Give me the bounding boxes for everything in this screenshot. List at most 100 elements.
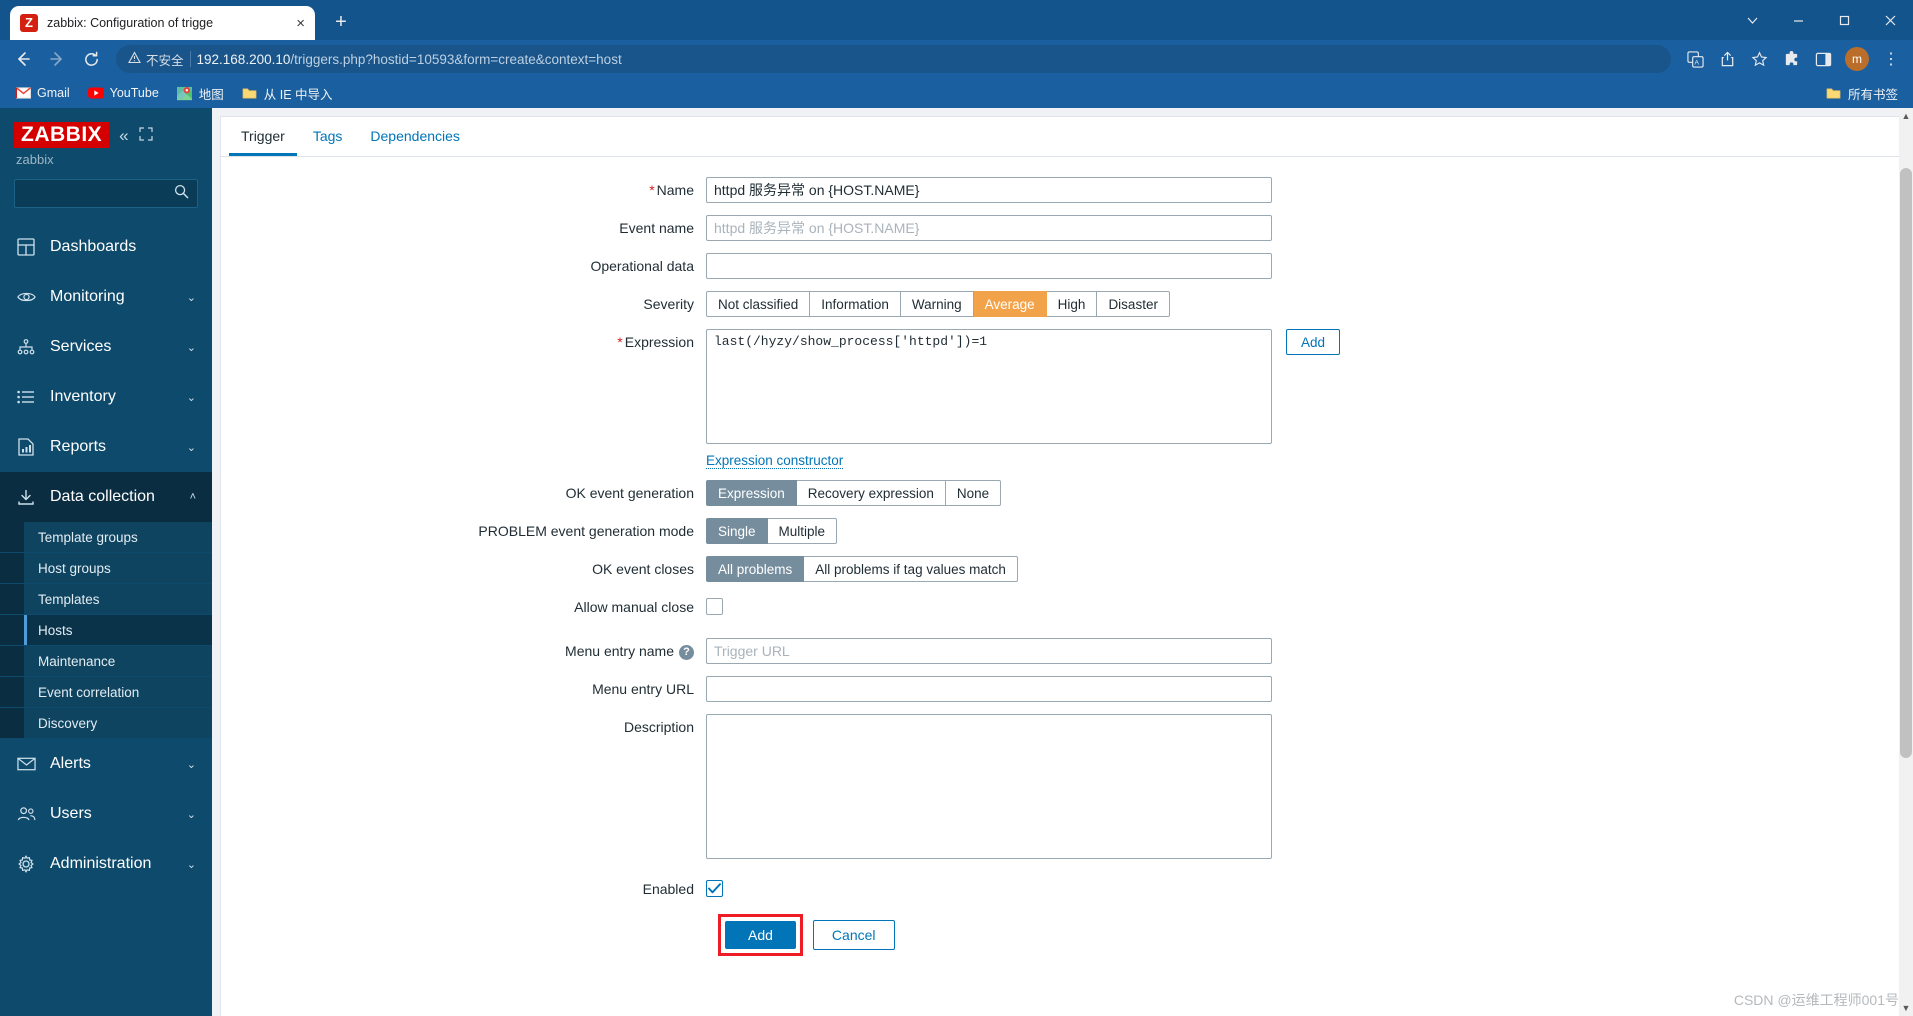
sidebar-item-discovery[interactable]: Discovery	[0, 708, 212, 739]
cancel-button[interactable]: Cancel	[812, 920, 895, 950]
severity-option-information[interactable]: Information	[810, 291, 901, 317]
operational-data-input[interactable]	[706, 253, 1272, 279]
bookmark-youtube[interactable]: YouTube	[81, 82, 166, 104]
download-icon	[16, 489, 36, 506]
ok-closes-option-all-problems[interactable]: All problems	[706, 556, 805, 582]
sidebar-item-templates[interactable]: Templates	[0, 584, 212, 615]
ok-event-option-expression[interactable]: Expression	[706, 480, 797, 506]
minimize-icon[interactable]	[1775, 0, 1821, 40]
name-input[interactable]	[706, 177, 1272, 203]
severity-option-average[interactable]: Average	[973, 291, 1047, 317]
sidebar-item-services[interactable]: Services ⌄	[0, 322, 212, 372]
side-panel-icon[interactable]	[1809, 45, 1837, 73]
youtube-icon	[87, 85, 104, 101]
bookmark-label: 地图	[198, 87, 224, 102]
scrollbar-thumb[interactable]	[1900, 168, 1912, 758]
chevron-down-icon: ⌄	[186, 858, 196, 871]
expression-textarea[interactable]: last(/hyzy/show_process['httpd'])=1	[706, 329, 1272, 444]
sidebar-item-hosts[interactable]: Hosts	[0, 615, 212, 646]
event-name-input[interactable]	[706, 215, 1272, 241]
translate-icon[interactable]: A	[1681, 45, 1709, 73]
field-menu-entry-name	[706, 638, 1902, 664]
bookmark-star-icon[interactable]	[1745, 45, 1773, 73]
insecure-indicator[interactable]: 不安全	[128, 50, 184, 69]
field-row-problem-event-generation-mode: PROBLEM event generation mode Single Mul…	[221, 518, 1902, 544]
severity-segmented-control: Not classified Information Warning Avera…	[706, 291, 1170, 317]
severity-option-not-classified[interactable]: Not classified	[706, 291, 811, 317]
tab-tags[interactable]: Tags	[301, 117, 355, 156]
menu-entry-name-input[interactable]	[706, 638, 1272, 664]
severity-option-disaster[interactable]: Disaster	[1097, 291, 1170, 317]
list-icon	[16, 390, 36, 404]
expand-sidebar-icon[interactable]	[139, 127, 153, 143]
sidebar-item-alerts[interactable]: Alerts ⌄	[0, 739, 212, 789]
problem-mode-option-multiple[interactable]: Multiple	[767, 518, 838, 544]
page-scrollbar[interactable]: ▲ ▼	[1899, 108, 1913, 1016]
bookmark-ie-import-folder[interactable]: 从 IE 中导入	[235, 81, 340, 106]
ok-event-option-none[interactable]: None	[945, 480, 1002, 506]
sidebar-item-administration[interactable]: Administration ⌄	[0, 839, 212, 889]
sidebar-item-template-groups[interactable]: Template groups	[0, 522, 212, 553]
tab-title: zabbix: Configuration of trigge	[47, 16, 214, 30]
forward-button[interactable]	[42, 44, 72, 74]
field-row-enabled: Enabled	[221, 876, 1902, 902]
bookmark-gmail[interactable]: Gmail	[8, 82, 77, 104]
back-button[interactable]	[8, 44, 38, 74]
close-tab-icon[interactable]: ×	[296, 16, 305, 31]
browser-tab[interactable]: Z zabbix: Configuration of trigge ×	[10, 6, 315, 40]
sidebar-item-dashboards[interactable]: Dashboards	[0, 222, 212, 272]
menu-entry-url-input[interactable]	[706, 676, 1272, 702]
sidebar-item-monitoring[interactable]: Monitoring ⌄	[0, 272, 212, 322]
search-icon[interactable]	[174, 184, 189, 204]
ok-event-option-recovery-expression[interactable]: Recovery expression	[796, 480, 946, 506]
bookmark-label: YouTube	[109, 86, 159, 100]
severity-option-warning[interactable]: Warning	[900, 291, 974, 317]
scroll-up-arrow-icon[interactable]: ▲	[1899, 108, 1913, 124]
sidebar-sublabel: Event correlation	[38, 684, 140, 700]
sidebar-label: Reports	[50, 438, 107, 455]
scroll-down-arrow-icon[interactable]: ▼	[1899, 1000, 1913, 1016]
allow-manual-close-checkbox[interactable]	[706, 598, 723, 615]
tab-dependencies[interactable]: Dependencies	[358, 117, 472, 156]
profile-avatar[interactable]: m	[1845, 47, 1869, 71]
description-textarea[interactable]	[706, 714, 1272, 859]
problem-mode-option-single[interactable]: Single	[706, 518, 768, 544]
sidebar-item-inventory[interactable]: Inventory ⌄	[0, 372, 212, 422]
address-bar[interactable]: 不安全 192.168.200.10/triggers.php?hostid=1…	[116, 45, 1671, 73]
users-icon	[16, 806, 36, 822]
all-bookmarks-button[interactable]: 所有书签	[1819, 81, 1905, 106]
search-input[interactable]	[23, 185, 174, 202]
extensions-icon[interactable]	[1777, 45, 1805, 73]
expression-add-button[interactable]: Add	[1286, 329, 1341, 355]
collapse-sidebar-icon[interactable]: «	[119, 127, 128, 144]
reload-button[interactable]	[76, 44, 106, 74]
zabbix-logo[interactable]: ZABBIX	[14, 122, 110, 148]
maximize-icon[interactable]	[1821, 0, 1867, 40]
bookmark-maps[interactable]: 地图	[170, 81, 231, 106]
sidebar-item-data-collection[interactable]: Data collection ˄	[0, 472, 212, 522]
close-window-icon[interactable]	[1867, 0, 1913, 40]
tab-search-chevron-icon[interactable]	[1729, 0, 1775, 40]
severity-option-high[interactable]: High	[1046, 291, 1098, 317]
new-tab-button[interactable]: +	[327, 9, 355, 37]
submit-add-button[interactable]: Add	[725, 921, 796, 949]
enabled-checkbox[interactable]	[706, 880, 723, 897]
sidebar-item-event-correlation[interactable]: Event correlation	[0, 677, 212, 708]
sidebar-username: zabbix	[16, 152, 54, 167]
sidebar-item-users[interactable]: Users ⌄	[0, 789, 212, 839]
tab-trigger[interactable]: Trigger	[229, 117, 297, 156]
expression-constructor-link[interactable]: Expression constructor	[706, 453, 844, 469]
add-button-highlight: Add	[718, 914, 803, 956]
ok-closes-option-tag-values-match[interactable]: All problems if tag values match	[804, 556, 1018, 582]
sidebar-item-maintenance[interactable]: Maintenance	[0, 646, 212, 677]
sidebar-item-reports[interactable]: Reports ⌄	[0, 422, 212, 472]
browser-menu-icon[interactable]: ⋮	[1877, 45, 1905, 73]
label-problem-event-generation-mode: PROBLEM event generation mode	[478, 523, 694, 539]
field-name	[706, 177, 1902, 203]
sidebar-item-host-groups[interactable]: Host groups	[0, 553, 212, 584]
share-icon[interactable]	[1713, 45, 1741, 73]
chevron-down-icon: ⌄	[186, 441, 196, 454]
help-icon[interactable]: ?	[679, 644, 694, 660]
label-name: * Name	[649, 182, 694, 198]
sidebar-search-box[interactable]	[14, 179, 198, 208]
